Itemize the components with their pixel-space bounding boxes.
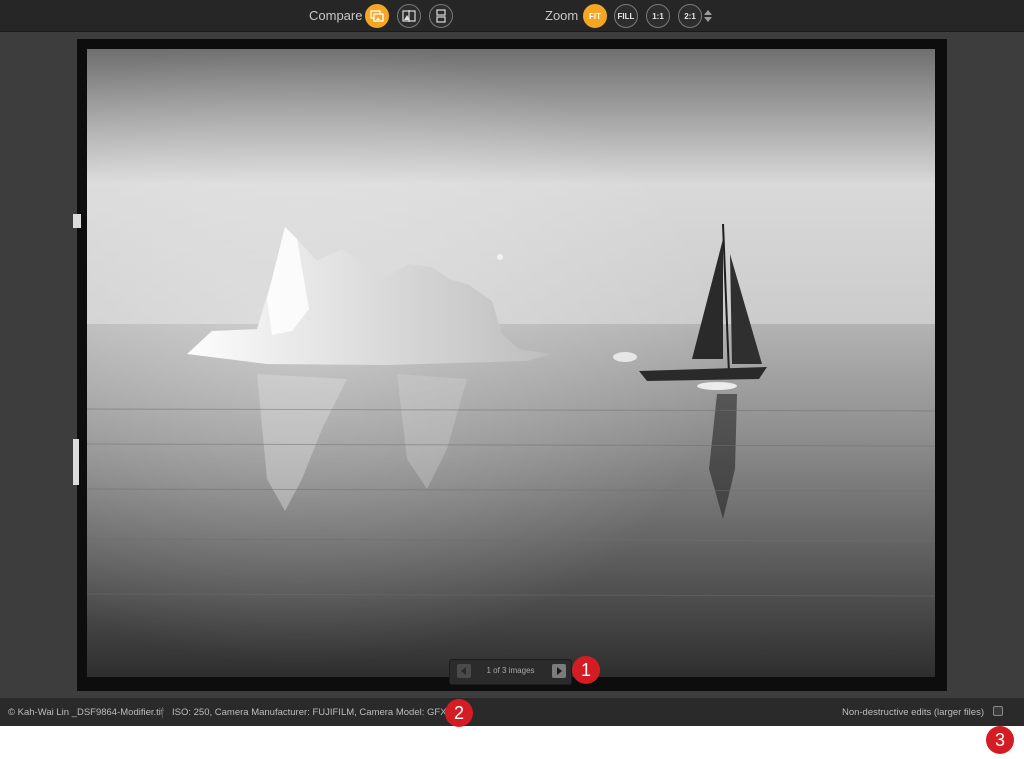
zoom-stepper-icon[interactable] [704, 10, 712, 22]
compare-split-icon [402, 10, 416, 22]
status-bar: © Kah-Wai Lin _DSF9864-Modifier.tif ISO:… [0, 698, 1024, 726]
preview-photo [87, 49, 935, 677]
previous-image-button[interactable] [457, 664, 471, 678]
compare-stack-icon [436, 9, 446, 23]
callout-1: 1 [572, 656, 600, 684]
status-divider [162, 707, 163, 718]
iceberg-sailboat-photo [87, 49, 935, 677]
image-pager: 1 of 3 images [449, 659, 572, 685]
compare-side-icon [370, 10, 384, 22]
film-edge-mark [73, 439, 79, 485]
zoom-label: Zoom [545, 8, 579, 23]
zoom-fit-button[interactable]: FIT [583, 4, 607, 28]
nondestructive-edits-checkbox[interactable] [993, 706, 1003, 716]
next-image-button[interactable] [552, 664, 566, 678]
image-count: 1 of 3 images [486, 666, 535, 675]
file-name: © Kah-Wai Lin _DSF9864-Modifier.tif [8, 707, 164, 718]
callout-2: 2 [445, 699, 473, 727]
compare-split-button[interactable] [397, 4, 421, 28]
triangle-left-icon [461, 667, 466, 675]
callout-3: 3 [986, 726, 1014, 754]
image-canvas: 1 of 3 images [0, 32, 1024, 698]
zoom-fill-button[interactable]: FILL [614, 4, 638, 28]
top-toolbar: Compare Zoom FIT FILL 1:1 2:1 [0, 0, 1024, 32]
triangle-right-icon [557, 667, 562, 675]
zoom-1to1-button[interactable]: 1:1 [646, 4, 670, 28]
film-edge-mark [73, 214, 81, 228]
film-frame: 1 of 3 images [73, 39, 947, 691]
compare-label: Compare [309, 8, 363, 23]
nondestructive-edits-label: Non-destructive edits (larger files) [841, 707, 984, 718]
compare-side-by-side-button[interactable] [365, 4, 389, 28]
zoom-2to1-button[interactable]: 2:1 [678, 4, 702, 28]
camera-metadata: ISO: 250, Camera Manufacturer: FUJIFILM,… [172, 707, 467, 718]
compare-stacked-button[interactable] [429, 4, 453, 28]
